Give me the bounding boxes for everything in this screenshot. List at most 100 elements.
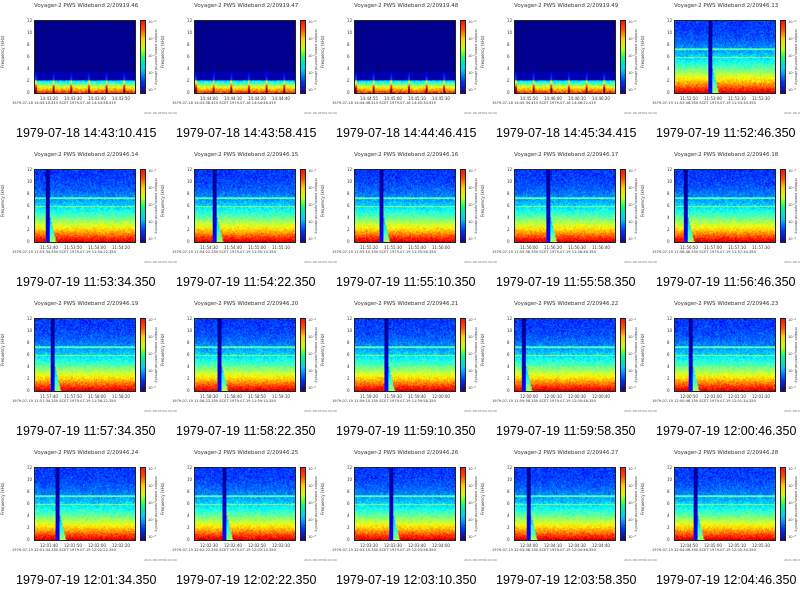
y-axis-label: Frequency (kHz) [160, 184, 165, 218]
panel-title: Voyager-2 PWS Wideband 2/20946.17 [514, 152, 619, 158]
y-tick-label: 0 [347, 90, 350, 95]
spectrogram-thumbnail[interactable]: Voyager-2 PWS Wideband 2/20946.15 Frequen… [160, 149, 337, 298]
y-tick-label: 6 [507, 501, 510, 506]
spectrogram-thumbnail[interactable]: Voyager-2 PWS Wideband 2/20946.16 Frequen… [320, 149, 497, 298]
spectrogram-thumbnail[interactable]: Voyager-2 PWS Wideband 2/20946.14 Frequen… [0, 149, 177, 298]
colorbar-label: relative power spectral density [634, 29, 638, 85]
thumbnail-caption[interactable]: 1979-07-19 12:00:46.350 [656, 424, 796, 438]
y-tick-label: 6 [347, 203, 350, 208]
y-tick-label: 4 [187, 513, 190, 518]
y-tick-label: 12 [27, 465, 33, 470]
thumbnail-caption[interactable]: 1979-07-19 11:52:46.350 [656, 126, 795, 140]
time-range-info: 1979-07-19 11:54:22.350 SCET 1979-07-19 … [172, 250, 276, 254]
spectrogram-thumbnail[interactable]: Voyager-2 PWS Wideband 2/20946.18 Frequen… [640, 149, 800, 298]
colorbar-label: relative power spectral density [474, 476, 478, 532]
y-tick-label: 2 [507, 227, 510, 232]
spectrogram-thumbnail[interactable]: Voyager-2 PWS Wideband 2/20946.24 Frequen… [0, 447, 177, 596]
y-tick-label: 6 [507, 203, 510, 208]
y-tick-label: 2 [667, 78, 670, 83]
spectrogram-image [34, 20, 136, 94]
colorbar [460, 20, 466, 94]
y-axis-label: Frequency (kHz) [480, 184, 485, 218]
spectrogram-thumbnail[interactable]: Voyager-2 PWS Wideband 2/20946.26 Frequen… [320, 447, 497, 596]
colorbar-label: relative power spectral density [154, 29, 158, 85]
spectrogram-thumbnail[interactable]: Voyager-2 PWS Wideband 2/20946.28 Frequen… [640, 447, 800, 596]
thumbnail-caption[interactable]: 1979-07-19 11:53:34.350 [16, 275, 155, 289]
y-tick-label: 0 [667, 537, 670, 542]
y-tick-label: 8 [667, 42, 670, 47]
thumbnail-caption[interactable]: 1979-07-18 14:44:46.415 [336, 126, 476, 140]
colorbar [140, 318, 146, 392]
spectrogram-image [34, 318, 136, 392]
thumbnail-caption[interactable]: 1979-07-19 11:56:46.350 [656, 275, 795, 289]
panel-title: Voyager-2 PWS Wideband 2/20946.28 [674, 450, 779, 456]
spectrogram-thumbnail[interactable]: Voyager-2 PWS Wideband 2/20946.25 Frequen… [160, 447, 337, 596]
thumbnail-caption[interactable]: 1979-07-19 11:55:10.350 [336, 275, 475, 289]
thumbnail-caption[interactable]: 1979-07-19 11:57:34.350 [16, 424, 155, 438]
y-tick-label: 12 [667, 167, 673, 172]
spectrogram-thumbnail[interactable]: Voyager-2 PWS Wideband 2/20919.47 Frequen… [160, 0, 337, 149]
spectrogram-thumbnail[interactable]: Voyager-2 PWS Wideband 2/20946.19 Frequen… [0, 298, 177, 447]
thumbnail-caption[interactable]: 1979-07-19 11:59:10.350 [336, 424, 475, 438]
y-tick-label: 0 [667, 90, 670, 95]
spectrogram-thumbnail[interactable]: Voyager-2 PWS Wideband 2/20946.22 Frequen… [480, 298, 657, 447]
y-tick-label: 12 [27, 167, 33, 172]
spectrogram-image [354, 318, 456, 392]
thumbnail-caption[interactable]: 1979-07-19 12:04:46.350 [656, 573, 796, 587]
thumbnail-caption[interactable]: 1979-07-19 12:01:34.350 [16, 573, 156, 587]
spectrogram-thumbnail[interactable]: Voyager-2 PWS Wideband 2/20919.48 Frequen… [320, 0, 497, 149]
y-tick-label: 6 [507, 352, 510, 357]
spectrogram-thumbnail[interactable]: Voyager-2 PWS Wideband 2/20946.27 Frequen… [480, 447, 657, 596]
panel-title: Voyager-2 PWS Wideband 2/20946.19 [34, 301, 139, 307]
thumbnail-caption[interactable]: 1979-07-19 12:03:58.350 [496, 573, 636, 587]
y-tick-label: 2 [667, 525, 670, 530]
y-axis-label: Frequency (kHz) [160, 333, 165, 367]
spectrogram-image [34, 467, 136, 541]
y-axis-label: Frequency (kHz) [320, 333, 325, 367]
panel-title: Voyager-2 PWS Wideband 2/20946.25 [194, 450, 299, 456]
spectrogram-thumbnail[interactable]: Voyager-2 PWS Wideband 2/20919.49 Frequen… [480, 0, 657, 149]
y-tick-label: 12 [187, 316, 193, 321]
y-tick-label: 12 [667, 465, 673, 470]
y-tick-label: 12 [187, 18, 193, 23]
y-tick-label: 4 [187, 364, 190, 369]
y-axis-label: Frequency (kHz) [0, 184, 5, 218]
y-tick-label: 10 [667, 477, 673, 482]
thumbnail-caption[interactable]: 1979-07-19 11:59:58.350 [496, 424, 635, 438]
thumbnail-caption[interactable]: 1979-07-19 11:58:22.350 [176, 424, 315, 438]
generation-stamp: 2021-08-05T00:00:00 [784, 409, 800, 413]
y-tick-label: 8 [27, 489, 30, 494]
thumbnail-caption[interactable]: 1979-07-18 14:45:34.415 [496, 126, 636, 140]
time-range-info: 1979-07-19 11:56:46.350 SCET 1979-07-19 … [652, 250, 756, 254]
thumbnail-caption[interactable]: 1979-07-19 11:55:58.350 [496, 275, 635, 289]
spectrogram-thumbnail[interactable]: Voyager-2 PWS Wideband 2/20946.20 Frequen… [160, 298, 337, 447]
spectrogram-thumbnail[interactable]: Voyager-2 PWS Wideband 2/20919.46 Frequen… [0, 0, 177, 149]
thumbnail-caption[interactable]: 1979-07-18 14:43:58.415 [176, 126, 316, 140]
time-range-info: 1979-07-18 14:43:58.415 SCET 1979-07-18 … [172, 101, 276, 105]
thumbnail-caption[interactable]: 1979-07-18 14:43:10.415 [16, 126, 156, 140]
spectrogram-thumbnail[interactable]: Voyager-2 PWS Wideband 2/20946.17 Frequen… [480, 149, 657, 298]
time-range-info: 1979-07-19 12:03:58.350 SCET 1979-07-19 … [492, 548, 596, 552]
panel-title: Voyager-2 PWS Wideband 2/20946.21 [354, 301, 459, 307]
y-axis-label: Frequency (kHz) [0, 333, 5, 367]
y-axis-label: Frequency (kHz) [480, 35, 485, 69]
y-tick-label: 10 [667, 179, 673, 184]
panel-title: Voyager-2 PWS Wideband 2/20946.15 [194, 152, 299, 158]
y-tick-label: 6 [347, 501, 350, 506]
y-tick-label: 0 [187, 90, 190, 95]
thumbnail-caption[interactable]: 1979-07-19 12:03:10.350 [336, 573, 476, 587]
colorbar [620, 169, 626, 243]
y-tick-label: 2 [507, 525, 510, 530]
spectrogram-thumbnail[interactable]: Voyager-2 PWS Wideband 2/20946.13 Frequen… [640, 0, 800, 149]
y-axis-label: Frequency (kHz) [320, 184, 325, 218]
thumbnail-caption[interactable]: 1979-07-19 11:54:22.350 [176, 275, 315, 289]
y-tick-label: 12 [667, 18, 673, 23]
spectrogram-thumbnail[interactable]: Voyager-2 PWS Wideband 2/20946.23 Frequen… [640, 298, 800, 447]
colorbar [780, 20, 786, 94]
y-tick-label: 0 [27, 90, 30, 95]
thumbnail-caption[interactable]: 1979-07-19 12:02:22.350 [176, 573, 316, 587]
spectrogram-thumbnail[interactable]: Voyager-2 PWS Wideband 2/20946.21 Frequen… [320, 298, 497, 447]
y-tick-label: 0 [667, 239, 670, 244]
y-tick-label: 4 [507, 364, 510, 369]
y-tick-label: 0 [187, 537, 190, 542]
